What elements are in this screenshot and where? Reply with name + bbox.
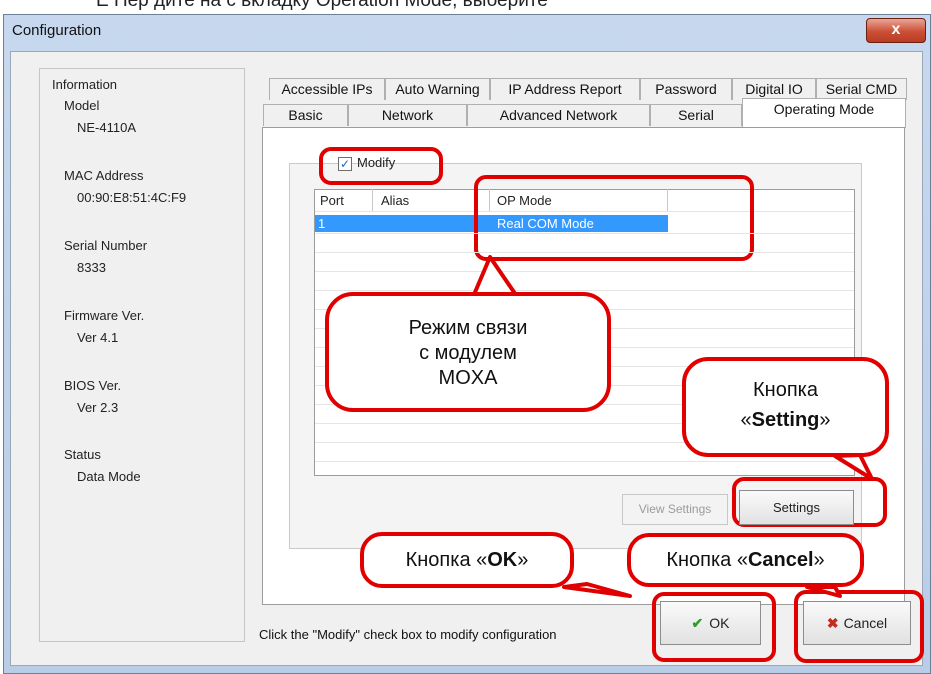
cancel-callout-suffix: » <box>813 549 825 571</box>
settings-callout: Кнопка «Setting» <box>682 357 889 457</box>
ok-callout-suffix: » <box>517 549 529 571</box>
ok-callout-word: OK <box>487 549 518 571</box>
mode-callout-line-3: MOXA <box>438 367 498 389</box>
settings-callout-suffix: » <box>819 409 831 431</box>
ok-callout: Кнопка «OK» <box>360 532 574 588</box>
settings-callout-prefix: « <box>740 409 752 431</box>
mode-callout: Режим связи с модулем MOXA <box>325 292 611 412</box>
mode-callout-line-2: с модулем <box>419 342 517 364</box>
ok-callout-pointer <box>562 582 632 598</box>
settings-callout-word: Setting <box>751 409 820 431</box>
setting-callout-pointer <box>833 453 874 481</box>
settings-callout-line-1: Кнопка <box>753 379 818 401</box>
mode-callout-line-1: Режим связи <box>408 317 528 339</box>
ok-callout-prefix: Кнопка « <box>405 549 488 571</box>
cancel-callout-word: Cancel <box>747 549 814 571</box>
cancel-callout-pointer <box>805 585 842 598</box>
settings-callout-line-2: «Setting» <box>686 405 885 435</box>
cancel-callout: Кнопка «Cancel» <box>627 533 864 587</box>
cancel-callout-prefix: Кнопка « <box>666 549 748 571</box>
